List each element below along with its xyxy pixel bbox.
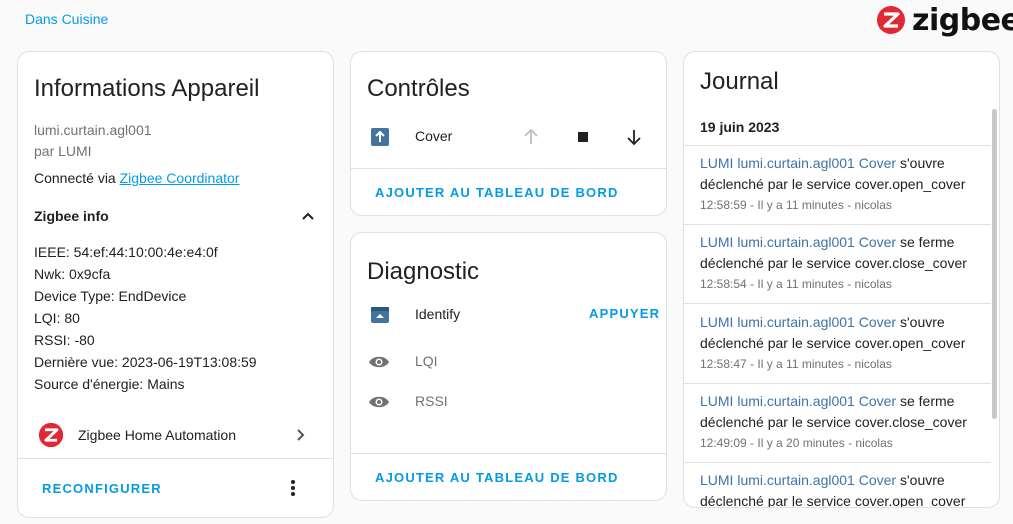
zigbee-logo-icon <box>877 6 905 34</box>
logbook-entry: LUMI lumi.curtain.agl001 Cover s'ouvre d… <box>700 470 990 508</box>
logbook-entry: LUMI lumi.curtain.agl001 Cover s'ouvre d… <box>700 312 990 371</box>
entry-divider <box>684 462 991 463</box>
connected-via-label: Connecté via <box>34 170 116 186</box>
entry-action: s'ouvre <box>896 155 945 171</box>
entry-meta: 12:58:47 - Il y a 11 minutes - nicolas <box>700 357 892 371</box>
entry-divider <box>684 145 991 146</box>
logbook-title: Journal <box>700 68 779 95</box>
entry-context: déclenché par le service cover.open_cove… <box>700 176 966 192</box>
entry-action: se ferme <box>896 234 955 250</box>
entity-link[interactable]: LUMI lumi.curtain.agl001 Cover <box>700 393 896 409</box>
entry-context: déclenché par le service cover.close_cov… <box>700 414 967 430</box>
entry-meta: 12:58:59 - Il y a 11 minutes - nicolas <box>700 198 892 212</box>
logbook-entry: LUMI lumi.curtain.agl001 Cover se ferme … <box>700 232 990 291</box>
integration-label: Zigbee Home Automation <box>78 427 236 443</box>
entry-action: s'ouvre <box>896 472 945 488</box>
arrow-up-icon[interactable] <box>521 127 541 147</box>
diagnostic-card: Diagnostic Identify APPUYER LQI RSSI AJO… <box>350 232 667 501</box>
area-breadcrumb-link[interactable]: Dans Cuisine <box>25 11 108 27</box>
card-divider <box>18 458 333 459</box>
chevron-up-icon[interactable] <box>300 208 316 224</box>
zigbee-logo-text: zigbee <box>912 2 1013 38</box>
device-manufacturer: par LUMI <box>34 143 92 159</box>
controls-card: Contrôles Cover AJOUTER AU TABLEAU DE BO… <box>350 51 667 216</box>
entry-action: se ferme <box>896 393 955 409</box>
zigbee-logo: zigbee <box>876 2 1013 38</box>
entity-link[interactable]: LUMI lumi.curtain.agl001 Cover <box>700 314 896 330</box>
add-to-dashboard-button[interactable]: AJOUTER AU TABLEAU DE BORD <box>375 185 619 200</box>
stop-icon[interactable] <box>573 127 593 147</box>
arrow-down-icon[interactable] <box>624 127 644 147</box>
controls-title: Contrôles <box>367 75 470 102</box>
zigbee-integration-icon <box>38 422 64 448</box>
detail-nwk: Nwk: 0x9cfa <box>34 266 111 282</box>
logbook-entry: LUMI lumi.curtain.agl001 Cover se ferme … <box>700 391 990 450</box>
detail-power-source: Source d'énergie: Mains <box>34 376 185 392</box>
entry-context: déclenché par le service cover.close_cov… <box>700 255 967 271</box>
entry-divider <box>684 383 991 384</box>
logbook-entry: LUMI lumi.curtain.agl001 Cover s'ouvre d… <box>700 153 990 212</box>
detail-lqi: LQI: 80 <box>34 310 80 326</box>
detail-rssi: RSSI: -80 <box>34 332 95 348</box>
entry-context: déclenché par le service cover.open_cove… <box>700 493 966 508</box>
entry-meta: 12:58:54 - Il y a 11 minutes - nicolas <box>700 277 892 291</box>
device-info-title: Informations Appareil <box>34 75 260 102</box>
press-button[interactable]: APPUYER <box>589 306 660 321</box>
cover-entity-name[interactable]: Cover <box>415 125 452 147</box>
eye-icon <box>369 396 389 408</box>
identify-label: Identify <box>415 306 461 322</box>
window-shutter-icon <box>371 128 389 146</box>
button-identify-icon <box>371 307 389 323</box>
lqi-sensor-label[interactable]: LQI <box>415 350 438 372</box>
diagnostic-title: Diagnostic <box>367 258 480 285</box>
logbook-date: 19 juin 2023 <box>700 119 780 135</box>
device-model: lumi.curtain.agl001 <box>34 122 152 138</box>
entity-link[interactable]: LUMI lumi.curtain.agl001 Cover <box>700 234 896 250</box>
add-to-dashboard-button[interactable]: AJOUTER AU TABLEAU DE BORD <box>375 470 619 485</box>
detail-last-seen: Dernière vue: 2023-06-19T13:08:59 <box>34 354 257 370</box>
rssi-sensor-label[interactable]: RSSI <box>415 390 448 412</box>
entry-divider <box>684 303 991 304</box>
logbook-card: Journal 19 juin 2023 LUMI lumi.curtain.a… <box>683 51 1000 508</box>
entity-link[interactable]: LUMI lumi.curtain.agl001 Cover <box>700 155 896 171</box>
zigbee-info-title: Zigbee info <box>34 208 109 224</box>
more-vertical-icon[interactable] <box>283 478 303 498</box>
zigbee-coordinator-link[interactable]: Zigbee Coordinator <box>120 170 240 186</box>
integration-row[interactable]: Zigbee Home Automation <box>18 418 333 452</box>
detail-device-type: Device Type: EndDevice <box>34 288 187 304</box>
entry-divider <box>684 224 991 225</box>
card-divider <box>351 168 666 169</box>
card-divider <box>351 453 666 454</box>
detail-ieee: IEEE: 54:ef:44:10:00:4e:e4:0f <box>34 244 218 260</box>
eye-icon <box>369 356 389 368</box>
logbook-scrollbar[interactable] <box>992 109 997 419</box>
entity-link[interactable]: LUMI lumi.curtain.agl001 Cover <box>700 472 896 488</box>
entry-meta: 12:49:09 - Il y a 20 minutes - nicolas <box>700 436 893 450</box>
chevron-right-icon <box>297 429 305 441</box>
entry-context: déclenché par le service cover.open_cove… <box>700 335 966 351</box>
zigbee-details: IEEE: 54:ef:44:10:00:4e:e4:0f Nwk: 0x9cf… <box>34 241 257 395</box>
entry-action: s'ouvre <box>896 314 945 330</box>
device-info-card: Informations Appareil lumi.curtain.agl00… <box>17 51 334 518</box>
connected-via: Connecté via Zigbee Coordinator <box>34 167 239 189</box>
zigbee-info-header[interactable]: Zigbee info <box>34 205 316 227</box>
reconfigure-button[interactable]: RECONFIGURER <box>42 481 162 496</box>
